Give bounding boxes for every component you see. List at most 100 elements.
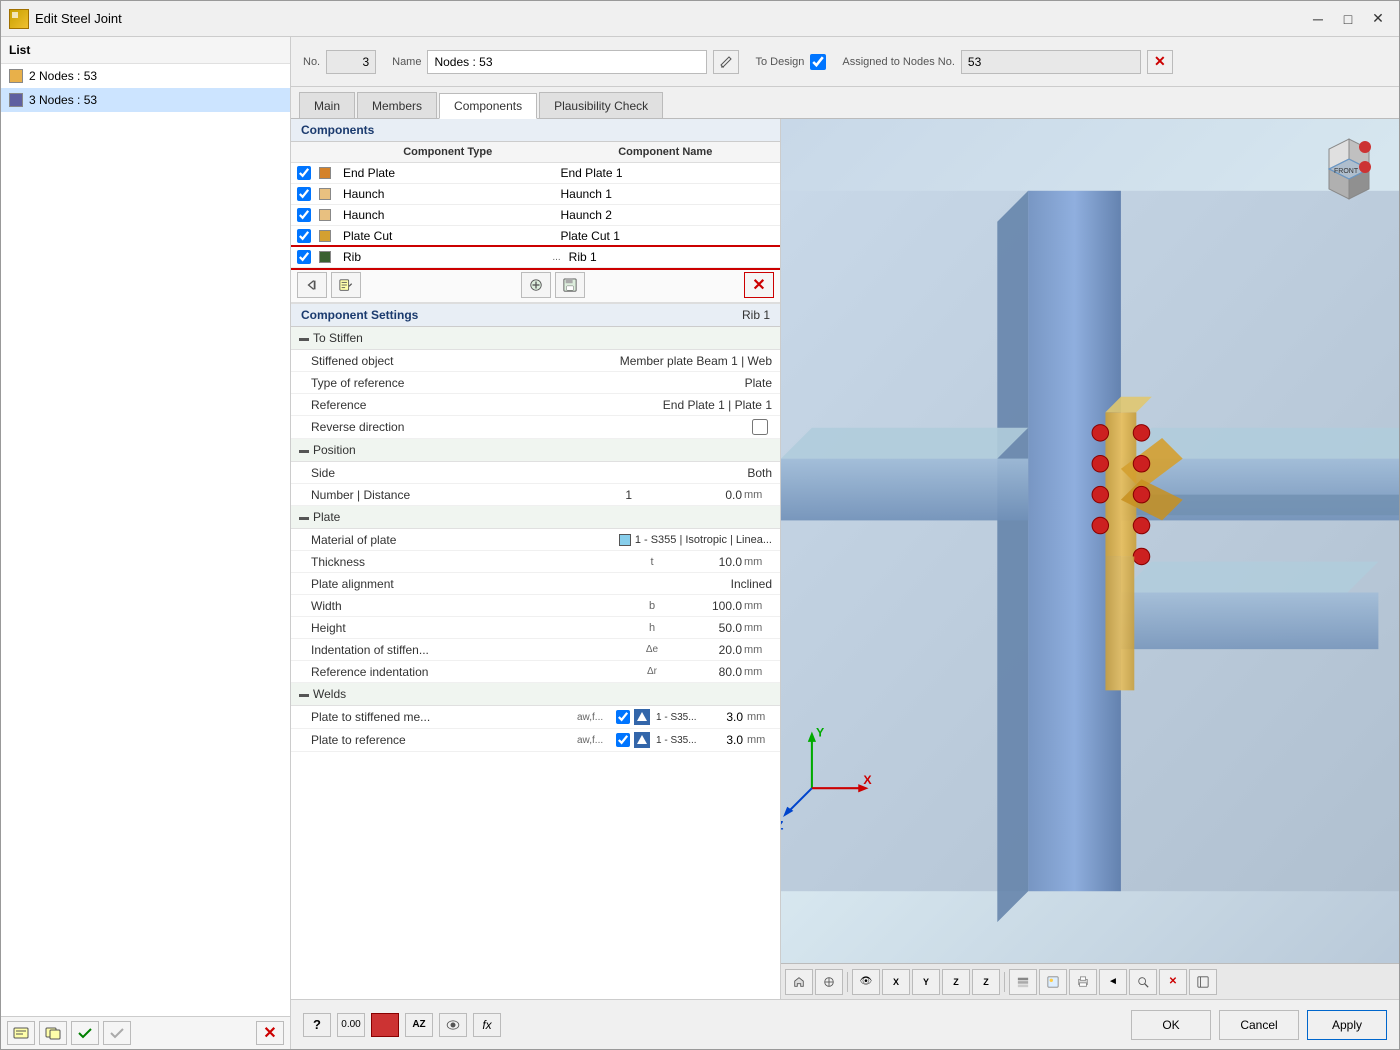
vp-settings-button[interactable] [1189, 969, 1217, 995]
fx-button[interactable]: fx [473, 1013, 501, 1037]
minimize-button[interactable]: ─ [1305, 8, 1331, 30]
vp-home-button[interactable] [785, 969, 813, 995]
maximize-button[interactable]: □ [1335, 8, 1361, 30]
add-list-button[interactable] [7, 1021, 35, 1045]
ok-button[interactable]: OK [1131, 1010, 1211, 1040]
vp-rotate-y-button[interactable]: Y [912, 969, 940, 995]
app-icon [9, 9, 29, 29]
group-header-welds[interactable]: ▬ Welds [291, 683, 780, 706]
uncheck-list-button[interactable] [103, 1021, 131, 1045]
no-input[interactable] [326, 50, 376, 74]
comp-row-end-plate[interactable]: End Plate End Plate 1 [291, 163, 780, 184]
comp-add-button[interactable] [521, 272, 551, 298]
components-section: Components Component Type Component Name [291, 119, 780, 304]
assigned-group: Assigned to Nodes No. ✕ [842, 50, 1387, 74]
unit-distance: mm [742, 489, 772, 501]
title-controls: ─ □ ✕ [1305, 8, 1391, 30]
comp-check-5[interactable] [297, 250, 319, 264]
apply-button[interactable]: Apply [1307, 1010, 1387, 1040]
comp-save-button[interactable] [555, 272, 585, 298]
tab-members[interactable]: Members [357, 92, 437, 118]
duplicate-list-button[interactable] [39, 1021, 67, 1045]
vp-cancel-button[interactable]: ✕ [1159, 969, 1187, 995]
checkbox-reverse-direction[interactable] [752, 419, 768, 435]
comp-row-plate-cut[interactable]: Plate Cut Plate Cut 1 [291, 226, 780, 247]
group-title-plate: Plate [313, 510, 340, 524]
group-header-to-stiffen[interactable]: ▬ To Stiffen [291, 327, 780, 350]
row-ref-indentation: Reference indentation Δr 80.0 mm [291, 661, 780, 683]
bottom-bar: ? 0.00 AZ fx OK Cancel Apply [291, 999, 1399, 1049]
unit2-indentation: mm [742, 644, 772, 656]
viewport[interactable]: Y X Z [781, 119, 1399, 999]
settings-subtitle: Rib 1 [742, 308, 770, 322]
comp-delete-button[interactable]: ✕ [744, 272, 774, 298]
weld-value-2: 3.0 [708, 733, 743, 747]
vp-rotate-z2-button[interactable]: Z [972, 969, 1000, 995]
value-button[interactable]: 0.00 [337, 1013, 365, 1037]
label-width: Width [311, 599, 642, 613]
check-list-button[interactable] [71, 1021, 99, 1045]
weld-check-2[interactable] [616, 733, 630, 747]
color-button[interactable] [371, 1013, 399, 1037]
vp-print-button[interactable] [1069, 969, 1097, 995]
comp-check-3[interactable] [297, 208, 319, 222]
cancel-button[interactable]: Cancel [1219, 1010, 1299, 1040]
vp-arrow-button[interactable]: ◄ [1099, 969, 1127, 995]
row-width: Width b 100.0 mm [291, 595, 780, 617]
comp-row-rib[interactable]: Rib ... Rib 1 [291, 247, 780, 268]
row-plate-alignment: Plate alignment Inclined [291, 573, 780, 595]
vp-zoom-button[interactable] [1129, 969, 1157, 995]
comp-name-2: Haunch 1 [557, 187, 775, 201]
value-width: 100.0 [662, 599, 742, 613]
name-input[interactable] [427, 50, 707, 74]
weld-label-1: Plate to stiffened me... [311, 710, 573, 724]
unit-thickness: t [642, 556, 662, 568]
comp-row-haunch-2[interactable]: Haunch Haunch 2 [291, 205, 780, 226]
tab-main[interactable]: Main [299, 92, 355, 118]
unit2-width: mm [742, 600, 772, 612]
vp-layers-button[interactable] [1009, 969, 1037, 995]
comp-row-haunch-1[interactable]: Haunch Haunch 1 [291, 184, 780, 205]
unit2-height: mm [742, 622, 772, 634]
svg-text:Y: Y [816, 726, 825, 740]
assigned-clear-button[interactable]: ✕ [1147, 50, 1173, 74]
comp-color-4 [319, 230, 339, 242]
comp-check-2[interactable] [297, 187, 319, 201]
az-button[interactable]: AZ [405, 1013, 433, 1037]
delete-list-button[interactable]: ✕ [256, 1021, 284, 1045]
weld-check-1[interactable] [616, 710, 630, 724]
row-thickness: Thickness t 10.0 mm [291, 551, 780, 573]
name-label: Name [392, 56, 421, 68]
help-button[interactable]: ? [303, 1013, 331, 1037]
comp-check-4[interactable] [297, 229, 319, 243]
cube-navigator[interactable]: FRONT [1309, 129, 1389, 209]
assigned-input[interactable] [961, 50, 1141, 74]
close-button[interactable]: ✕ [1365, 8, 1391, 30]
weld-material-2: 1 - S35... [654, 735, 704, 746]
tab-plausibility[interactable]: Plausibility Check [539, 92, 663, 118]
tab-components[interactable]: Components [439, 93, 537, 119]
vp-render-button[interactable] [1039, 969, 1067, 995]
group-header-position[interactable]: ▬ Position [291, 439, 780, 462]
list-item[interactable]: 2 Nodes : 53 [1, 64, 290, 88]
vp-pan-button[interactable] [815, 969, 843, 995]
vp-rotate-x-button[interactable]: X [882, 969, 910, 995]
group-header-plate[interactable]: ▬ Plate [291, 506, 780, 529]
window-title: Edit Steel Joint [35, 11, 122, 26]
name-edit-button[interactable] [713, 50, 739, 74]
eye-bottom-button[interactable] [439, 1013, 467, 1037]
bottom-left-tools: ? 0.00 AZ fx [303, 1013, 501, 1037]
list-item-selected[interactable]: 3 Nodes : 53 [1, 88, 290, 112]
unit-height: h [642, 622, 662, 634]
main-content: List 2 Nodes : 53 3 Nodes : 53 [1, 37, 1399, 1049]
vp-eye-button[interactable]: 👁 [852, 969, 880, 995]
weld-row-2: Plate to reference aw,f... 1 - S35... 3.… [291, 729, 780, 752]
comp-check-1[interactable] [297, 166, 319, 180]
to-design-checkbox[interactable] [810, 54, 826, 70]
comp-edit-button[interactable] [331, 272, 361, 298]
value-plate-alignment: Inclined [692, 577, 772, 591]
list-item-label-1: 2 Nodes : 53 [29, 69, 97, 83]
svg-text:X: X [863, 773, 872, 787]
vp-rotate-z-button[interactable]: Z [942, 969, 970, 995]
comp-move-left-button[interactable] [297, 272, 327, 298]
